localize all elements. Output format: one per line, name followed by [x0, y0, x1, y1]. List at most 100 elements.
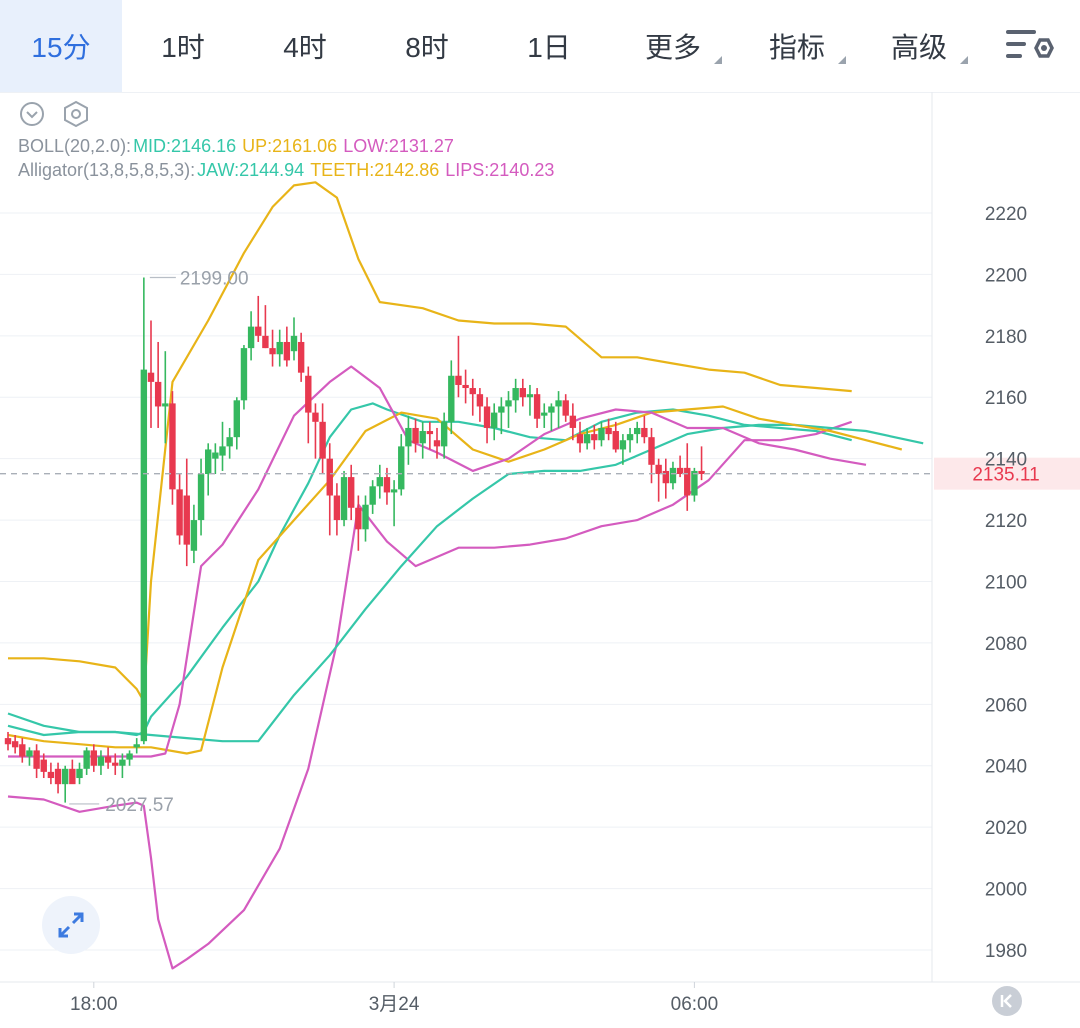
candle-body [47, 771, 55, 779]
candle-body [605, 427, 612, 435]
candle-body [419, 431, 426, 444]
candle-body [112, 762, 119, 766]
candle-body [319, 421, 326, 459]
candle-body [440, 421, 448, 447]
candle-body [491, 412, 498, 428]
candle-body [369, 486, 376, 505]
candle-body [219, 446, 226, 456]
expand-arrows-icon[interactable] [42, 896, 100, 954]
tab-1day[interactable]: 1日 [488, 0, 610, 92]
candle-body [390, 489, 398, 493]
candle-body [548, 406, 555, 413]
candle-body [569, 415, 577, 428]
candle-body [183, 495, 190, 545]
candle-body [462, 384, 469, 389]
candle-body [576, 434, 584, 444]
candle-body [290, 335, 298, 352]
candle-body [283, 341, 291, 361]
candle-body [212, 452, 219, 459]
chart-settings-icon[interactable] [1004, 26, 1054, 66]
candle-body [362, 504, 369, 530]
candle-body [54, 768, 62, 785]
candlestick-chart[interactable]: 2199.002027.572135.11 222022002180216021… [0, 92, 1080, 1028]
high-price-label: 2199.00 [180, 268, 249, 289]
candle-body [648, 437, 655, 465]
candle-body [526, 394, 534, 398]
candle-body [641, 427, 648, 438]
candle-body [340, 477, 348, 521]
candle-body [90, 750, 97, 766]
candle-body [62, 768, 69, 785]
candle-body [655, 464, 662, 475]
candle-body [583, 434, 591, 444]
candle-body [197, 474, 205, 521]
candle-body [233, 400, 240, 438]
candle-body [104, 756, 112, 763]
series-line-lower [7, 420, 853, 970]
candle-body [634, 427, 641, 435]
tab-1hour[interactable]: 1时 [122, 0, 244, 92]
dropdown-triangle-icon [714, 56, 722, 64]
x-tick-label: 18:00 [70, 994, 118, 1015]
candle-body [426, 431, 434, 435]
y-tick-label: 2160 [985, 388, 1027, 409]
candle-body [154, 381, 162, 407]
candle-body [305, 375, 312, 413]
candle-body [312, 412, 319, 422]
tab-more[interactable]: 更多 [612, 0, 734, 92]
candle-body [662, 470, 669, 484]
candle-body [483, 406, 491, 428]
candle-body [519, 388, 526, 398]
candle-body [76, 768, 83, 779]
candle-body [169, 403, 176, 490]
candle-body [11, 741, 19, 748]
candle-body [698, 470, 705, 475]
reset-to-latest-icon[interactable] [992, 986, 1022, 1016]
candle-body [190, 520, 198, 551]
candle-body [412, 427, 419, 444]
candle-body [133, 744, 140, 748]
candle-body [262, 335, 269, 349]
candle-body [83, 750, 90, 769]
candle-body [176, 489, 183, 536]
candle-body [669, 467, 677, 484]
candle-body [297, 341, 305, 373]
timeframe-tabbar: 15分 1时 4时 8时 1日 更多 指标 高级 [0, 0, 1080, 93]
y-tick-label: 2040 [985, 757, 1027, 778]
y-tick-label: 2220 [985, 204, 1027, 225]
candle-body [333, 495, 341, 521]
candle-body [276, 341, 283, 355]
candle-body [612, 431, 619, 450]
dropdown-triangle-icon [838, 56, 846, 64]
candle-body [162, 403, 169, 407]
tab-advanced[interactable]: 高级 [858, 0, 980, 92]
candle-body [398, 446, 405, 490]
candle-body [255, 326, 262, 336]
candle-body [469, 388, 476, 395]
x-tick-label: 06:00 [671, 994, 719, 1015]
candle-body [541, 412, 548, 416]
tab-15min[interactable]: 15分 [0, 0, 122, 92]
tab-8hour[interactable]: 8时 [366, 0, 488, 92]
candle-body [598, 427, 605, 441]
candle-body [26, 750, 33, 757]
y-tick-label: 2120 [985, 511, 1027, 532]
candle-body [433, 440, 441, 447]
candle-body [33, 750, 40, 769]
candle-body [376, 477, 383, 487]
y-tick-label: 2180 [985, 327, 1027, 348]
candle-body [348, 477, 355, 508]
candle-body [405, 427, 412, 447]
y-tick-label: 2060 [985, 695, 1027, 716]
tab-4hour[interactable]: 4时 [244, 0, 366, 92]
series-line-lips [8, 365, 867, 758]
y-tick-label: 1980 [985, 941, 1027, 962]
candle-body [205, 449, 212, 475]
y-tick-label: 2140 [985, 450, 1027, 471]
tab-indicators[interactable]: 指标 [736, 0, 858, 92]
candle-body [555, 400, 562, 407]
candle-body [147, 372, 155, 382]
candle-body [512, 388, 519, 401]
candle-body [448, 375, 455, 422]
candle-body [240, 348, 248, 401]
